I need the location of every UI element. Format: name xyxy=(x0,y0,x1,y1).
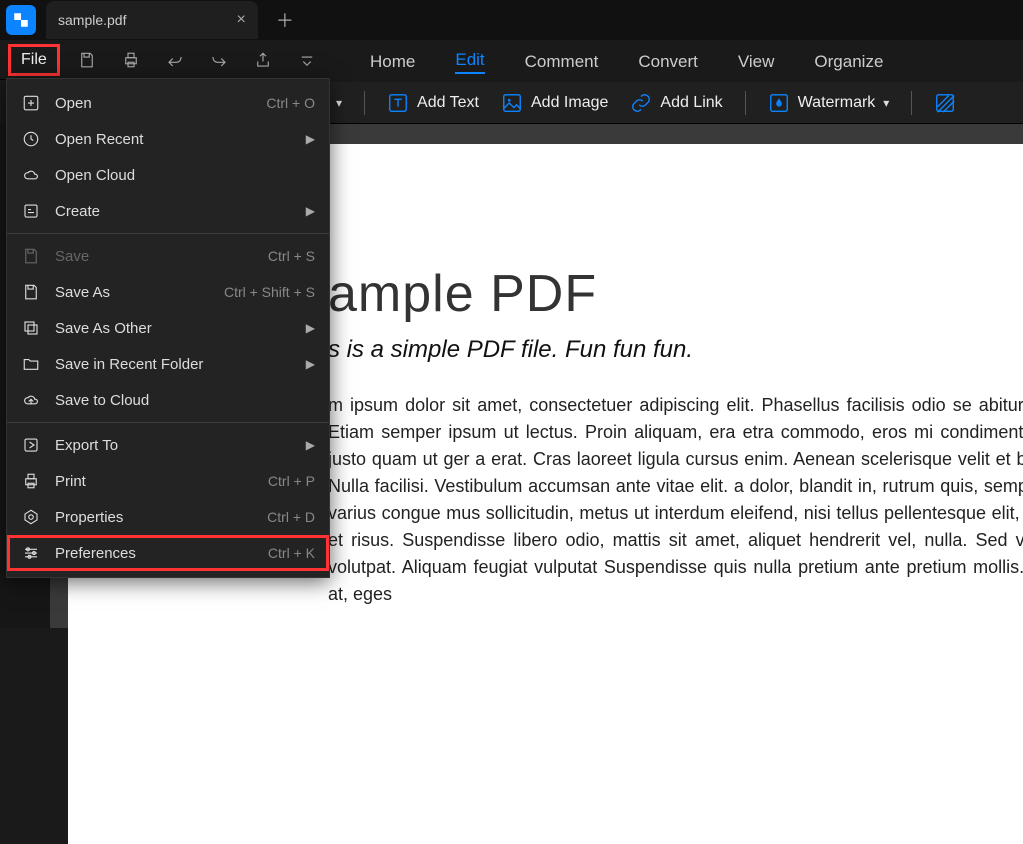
add-link-button[interactable]: Add Link xyxy=(630,92,722,114)
menu-export-to[interactable]: Export To ▶ xyxy=(7,427,329,463)
print-icon xyxy=(21,472,41,490)
share-icon[interactable] xyxy=(246,43,280,77)
menu-convert[interactable]: Convert xyxy=(638,52,698,72)
print-quick-icon[interactable] xyxy=(114,43,148,77)
menu-edit[interactable]: Edit xyxy=(455,50,484,74)
menu-properties[interactable]: Properties Ctrl + D xyxy=(7,499,329,535)
chevron-right-icon: ▶ xyxy=(306,132,315,146)
menu-preferences[interactable]: Preferences Ctrl + K xyxy=(7,535,329,571)
clock-icon xyxy=(21,130,41,148)
edit-toolbar: ▾ Add Text Add Image Add Link Watermark … xyxy=(330,82,1023,124)
doc-heading: ample PDF xyxy=(328,264,1023,324)
main-menu-bar: Home Edit Comment Convert View Organize xyxy=(330,42,1023,82)
menu-open-recent[interactable]: Open Recent ▶ xyxy=(7,121,329,157)
hatch-icon xyxy=(934,92,956,114)
save-icon xyxy=(21,247,41,265)
text-icon xyxy=(387,92,409,114)
cloud-icon xyxy=(21,166,41,184)
menu-save: Save Ctrl + S xyxy=(7,238,329,274)
close-tab-icon[interactable]: × xyxy=(236,11,245,29)
preferences-icon xyxy=(21,544,41,562)
properties-icon xyxy=(21,508,41,526)
menu-view[interactable]: View xyxy=(738,52,775,72)
menu-save-as[interactable]: Save As Ctrl + Shift + S xyxy=(7,274,329,310)
divider xyxy=(364,91,365,115)
add-text-button[interactable]: Add Text xyxy=(387,92,479,114)
menu-open[interactable]: Open Ctrl + O xyxy=(7,85,329,121)
menu-save-recent-folder[interactable]: Save in Recent Folder ▶ xyxy=(7,346,329,382)
add-image-button[interactable]: Add Image xyxy=(501,92,608,114)
menu-save-as-other[interactable]: Save As Other ▶ xyxy=(7,310,329,346)
redo-icon[interactable] xyxy=(202,43,236,77)
save-as-icon xyxy=(21,283,41,301)
menu-organize[interactable]: Organize xyxy=(814,52,883,72)
separator xyxy=(7,233,329,234)
menu-print[interactable]: Print Ctrl + P xyxy=(7,463,329,499)
divider xyxy=(911,91,912,115)
chevron-down-icon: ▾ xyxy=(883,96,889,110)
cloud-upload-icon xyxy=(21,391,41,409)
folder-icon xyxy=(21,355,41,373)
chevron-right-icon: ▶ xyxy=(306,204,315,218)
app-logo xyxy=(6,5,36,35)
dropdown-more-icon[interactable] xyxy=(290,43,324,77)
doc-subtitle: s is a simple PDF file. Fun fun fun. xyxy=(328,336,1023,364)
plus-icon xyxy=(21,94,41,112)
link-icon xyxy=(630,92,652,114)
more-tool-button[interactable] xyxy=(934,92,956,114)
create-icon xyxy=(21,202,41,220)
menu-save-cloud[interactable]: Save to Cloud xyxy=(7,382,329,418)
doc-body: m ipsum dolor sit amet, consectetuer adi… xyxy=(328,392,1023,608)
chevron-right-icon: ▶ xyxy=(306,438,315,452)
save-quick-icon[interactable] xyxy=(70,43,104,77)
title-bar: sample.pdf × ＋ xyxy=(0,0,1023,40)
menu-home[interactable]: Home xyxy=(370,52,415,72)
new-tab-button[interactable]: ＋ xyxy=(276,7,294,33)
menu-comment[interactable]: Comment xyxy=(525,52,599,72)
export-icon xyxy=(21,436,41,454)
save-other-icon xyxy=(21,319,41,337)
document-tab[interactable]: sample.pdf × xyxy=(46,1,258,39)
undo-icon[interactable] xyxy=(158,43,192,77)
toolbar-overflow-caret[interactable]: ▾ xyxy=(336,96,342,110)
menu-create[interactable]: Create ▶ xyxy=(7,193,329,229)
watermark-button[interactable]: Watermark ▾ xyxy=(768,92,890,114)
divider xyxy=(745,91,746,115)
chevron-right-icon: ▶ xyxy=(306,321,315,335)
separator xyxy=(7,422,329,423)
file-dropdown-menu: Open Ctrl + O Open Recent ▶ Open Cloud C… xyxy=(6,78,330,578)
menu-open-cloud[interactable]: Open Cloud xyxy=(7,157,329,193)
watermark-icon xyxy=(768,92,790,114)
tab-title: sample.pdf xyxy=(58,12,126,28)
image-icon xyxy=(501,92,523,114)
file-button[interactable]: File xyxy=(8,44,60,76)
chevron-right-icon: ▶ xyxy=(306,357,315,371)
